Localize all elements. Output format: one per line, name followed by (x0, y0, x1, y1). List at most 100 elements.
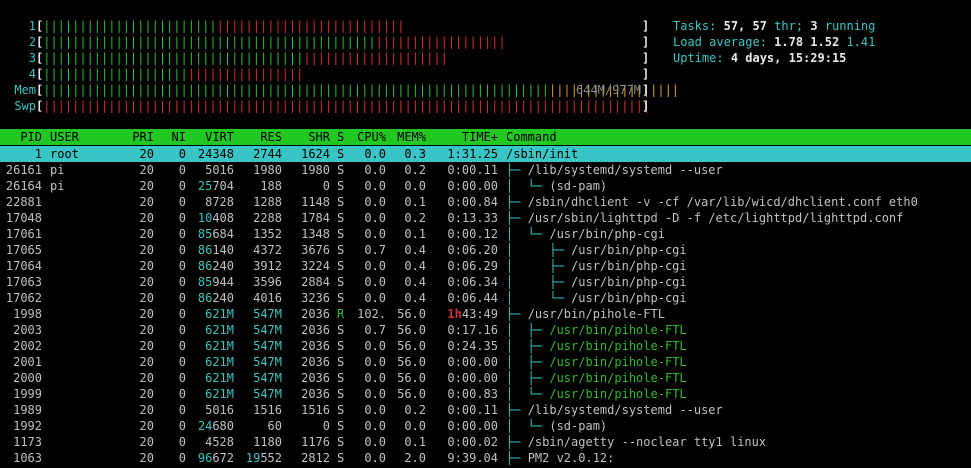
tree-branch: │ └─ (506, 387, 550, 401)
cell-cpu: 0.0 (364, 147, 386, 161)
cell-cmd: │ ├─ /usr/bin/pihole-FTL (506, 370, 971, 386)
cell-ni: 0 (178, 259, 186, 273)
cell-cmd: │ ├─ /usr/bin/php-cgi (506, 258, 971, 274)
table-row[interactable]: 1063 20 0 96672 19552 2812 S 0.0 2.0 9:39.04 ├─ PM… (0, 450, 971, 466)
table-row[interactable]: 22881 20 0 8728 1288 1148 S 0.0 0.1 0:00.84 ├─ /sb… (0, 194, 971, 210)
column-header-res[interactable]: RES (238, 129, 282, 145)
tree-branch: │ └─ (506, 291, 572, 305)
cell-user (50, 402, 110, 418)
cell-time: 0:00.83 (447, 387, 498, 401)
virt-units: 680 (212, 419, 234, 433)
cell-shr: 1624 (301, 147, 330, 161)
table-row[interactable]: 2000 20 0 621M 547M 2036 S 0.0 56.0 0:00.00 │ ├─ /… (0, 370, 971, 386)
cell-time: 0:00.02 (447, 435, 498, 449)
cell-s: S (337, 403, 345, 417)
table-row[interactable]: 1999 20 0 621M 547M 2036 S 0.0 56.0 0:00.83 │ └─ /… (0, 386, 971, 402)
cell-pid: 2002 (13, 339, 42, 353)
cell-ni: 0 (178, 211, 186, 225)
cell-time: 1:31.25 (447, 147, 498, 161)
column-header-s[interactable]: S (337, 129, 347, 145)
command-text: /usr/bin/php-cgi (549, 227, 665, 241)
cell-time: 1h43:49 (432, 306, 498, 322)
column-header-pid[interactable]: PID (0, 129, 42, 145)
cell-s: S (337, 179, 345, 193)
cell-s: S (337, 435, 345, 449)
cell-virt: 85684 (190, 226, 234, 242)
cell-user (50, 258, 110, 274)
cell-mem: 56.0 (397, 371, 426, 385)
cell-pri: 20 (139, 179, 154, 193)
cell-pri: 20 (139, 323, 154, 337)
column-header-shr[interactable]: SHR (286, 129, 330, 145)
column-header-bar[interactable]: PID USER PRI NI VIRT RES SHR S CPU% MEM% TIME+ Comm… (0, 129, 971, 145)
cell-mem: 0.4 (404, 243, 426, 257)
table-row[interactable]: 17061 20 0 85684 1352 1348 S 0.0 0.1 0:00.12 │ └─ … (0, 226, 971, 242)
cell-virt: 24680 (190, 418, 234, 434)
column-header-user[interactable]: USER (50, 129, 110, 145)
table-row[interactable]: 17062 20 0 86240 4016 3236 S 0.0 0.4 0:06.44 │ └─ … (0, 290, 971, 306)
cell-mem: 0.1 (404, 195, 426, 209)
cell-pri: 20 (139, 355, 154, 369)
cell-ni: 0 (178, 435, 186, 449)
cell-s: S (337, 227, 345, 241)
cpu-meter-2-label: 2 (28, 35, 36, 49)
cell-cmd: │ └─ /usr/bin/pihole-FTL (506, 386, 971, 402)
cell-ni: 0 (178, 451, 186, 465)
command-text: /usr/bin/pihole-FTL (549, 387, 687, 401)
cell-ni: 0 (178, 179, 186, 193)
command-text: /usr/bin/pihole-FTL (549, 371, 687, 385)
cell-cmd: │ └─ (sd-pam) (506, 178, 971, 194)
cell-cpu: 0.0 (364, 163, 386, 177)
mem-meter: Mem[||||||||||||||||||||||||||||||||||||… (6, 82, 679, 98)
table-row[interactable]: 17065 20 0 86140 4372 3676 S 0.7 0.4 0:06.20 │ ├─ … (0, 242, 971, 258)
column-header-time[interactable]: TIME+ (432, 129, 498, 145)
cell-s: S (337, 259, 345, 273)
table-row[interactable]: 17048 20 0 10408 2288 1784 S 0.0 0.2 0:13.33 ├─ /u… (0, 210, 971, 226)
table-row[interactable]: 1998 20 0 621M 547M 2036 R 102. 56.0 1h43:49 ├─ /u… (0, 306, 971, 322)
cell-virt: 85944 (190, 274, 234, 290)
table-row[interactable]: 26164 pi 20 0 25704 188 0 S 0.0 0.0 0:00.00 │ └─ (s… (0, 178, 971, 194)
cell-pri: 20 (139, 147, 154, 161)
command-text: /usr/bin/pihole-FTL (549, 355, 687, 369)
table-row[interactable]: 2002 20 0 621M 547M 2036 S 0.0 56.0 0:24.35 │ ├─ /… (0, 338, 971, 354)
table-row[interactable]: 1989 20 0 5016 1516 1516 S 0.0 0.2 0:00.11 ├─ /lib… (0, 402, 971, 418)
cell-virt: 8728 (205, 195, 234, 209)
column-header-command[interactable]: Command (506, 129, 971, 145)
cell-mem: 56.0 (397, 387, 426, 401)
cpu-meter-1-label: 1 (28, 19, 36, 33)
command-text: /usr/sbin/lighttpd -D -f /etc/lighttpd/l… (527, 211, 904, 225)
table-row[interactable]: 1173 20 0 4528 1180 1176 S 0.0 0.1 0:00.02 ├─ /sbi… (0, 434, 971, 450)
cell-pid: 1998 (13, 307, 42, 321)
virt-thousands: 86 (197, 291, 213, 305)
virt-thousands: 24 (197, 419, 213, 433)
table-row[interactable]: 1992 20 0 24680 60 0 S 0.0 0.0 0:00.00 │ └─ (sd-pa… (0, 418, 971, 434)
column-header-cpu[interactable]: CPU% (350, 129, 386, 145)
table-row[interactable]: 17064 20 0 86240 3912 3224 S 0.0 0.4 0:06.29 │ ├─ … (0, 258, 971, 274)
cell-pri: 20 (139, 371, 154, 385)
cpu-meter-2: 2[||||||||||||||||||||||||||||||||||||||… (6, 34, 649, 50)
cell-s: S (337, 419, 345, 433)
tree-branch: │ └─ (506, 179, 550, 193)
column-header-ni[interactable]: NI (160, 129, 186, 145)
cpu-meter-1: 1[||||||||||||||||||||||||||||||||||||||… (6, 18, 649, 34)
cell-user (50, 386, 110, 402)
table-row[interactable]: 2001 20 0 621M 547M 2036 S 0.0 56.0 0:00.00 │ ├─ /… (0, 354, 971, 370)
table-row[interactable]: 17063 20 0 85944 3596 2884 S 0.0 0.4 0:06.34 │ ├─ … (0, 274, 971, 290)
cell-res: 4016 (253, 291, 282, 305)
table-row[interactable]: 26161 pi 20 0 5016 1980 1980 S 0.0 0.2 0:00.11 ├─ /… (0, 162, 971, 178)
cell-cmd: ├─ /lib/systemd/systemd --user (506, 402, 971, 418)
table-row[interactable]: 1 root 20 0 24348 2744 1624 S 0.0 0.3 1:31.25/sbin… (0, 146, 971, 162)
cell-mem: 56.0 (397, 355, 426, 369)
column-header-pri[interactable]: PRI (118, 129, 154, 145)
cell-ni: 0 (178, 163, 186, 177)
tree-branch: │ ├─ (506, 323, 550, 337)
table-row[interactable]: 2003 20 0 621M 547M 2036 S 0.7 56.0 0:17.16 │ ├─ /… (0, 322, 971, 338)
column-header-mem[interactable]: MEM% (392, 129, 426, 145)
cell-mem: 2.0 (404, 451, 426, 465)
tree-branch: ├─ (506, 403, 528, 417)
tree-branch: ├─ (506, 307, 528, 321)
cell-cpu: 0.0 (364, 371, 386, 385)
column-header-virt[interactable]: VIRT (190, 129, 234, 145)
cell-ni: 0 (178, 355, 186, 369)
res-units: 552 (260, 451, 282, 465)
